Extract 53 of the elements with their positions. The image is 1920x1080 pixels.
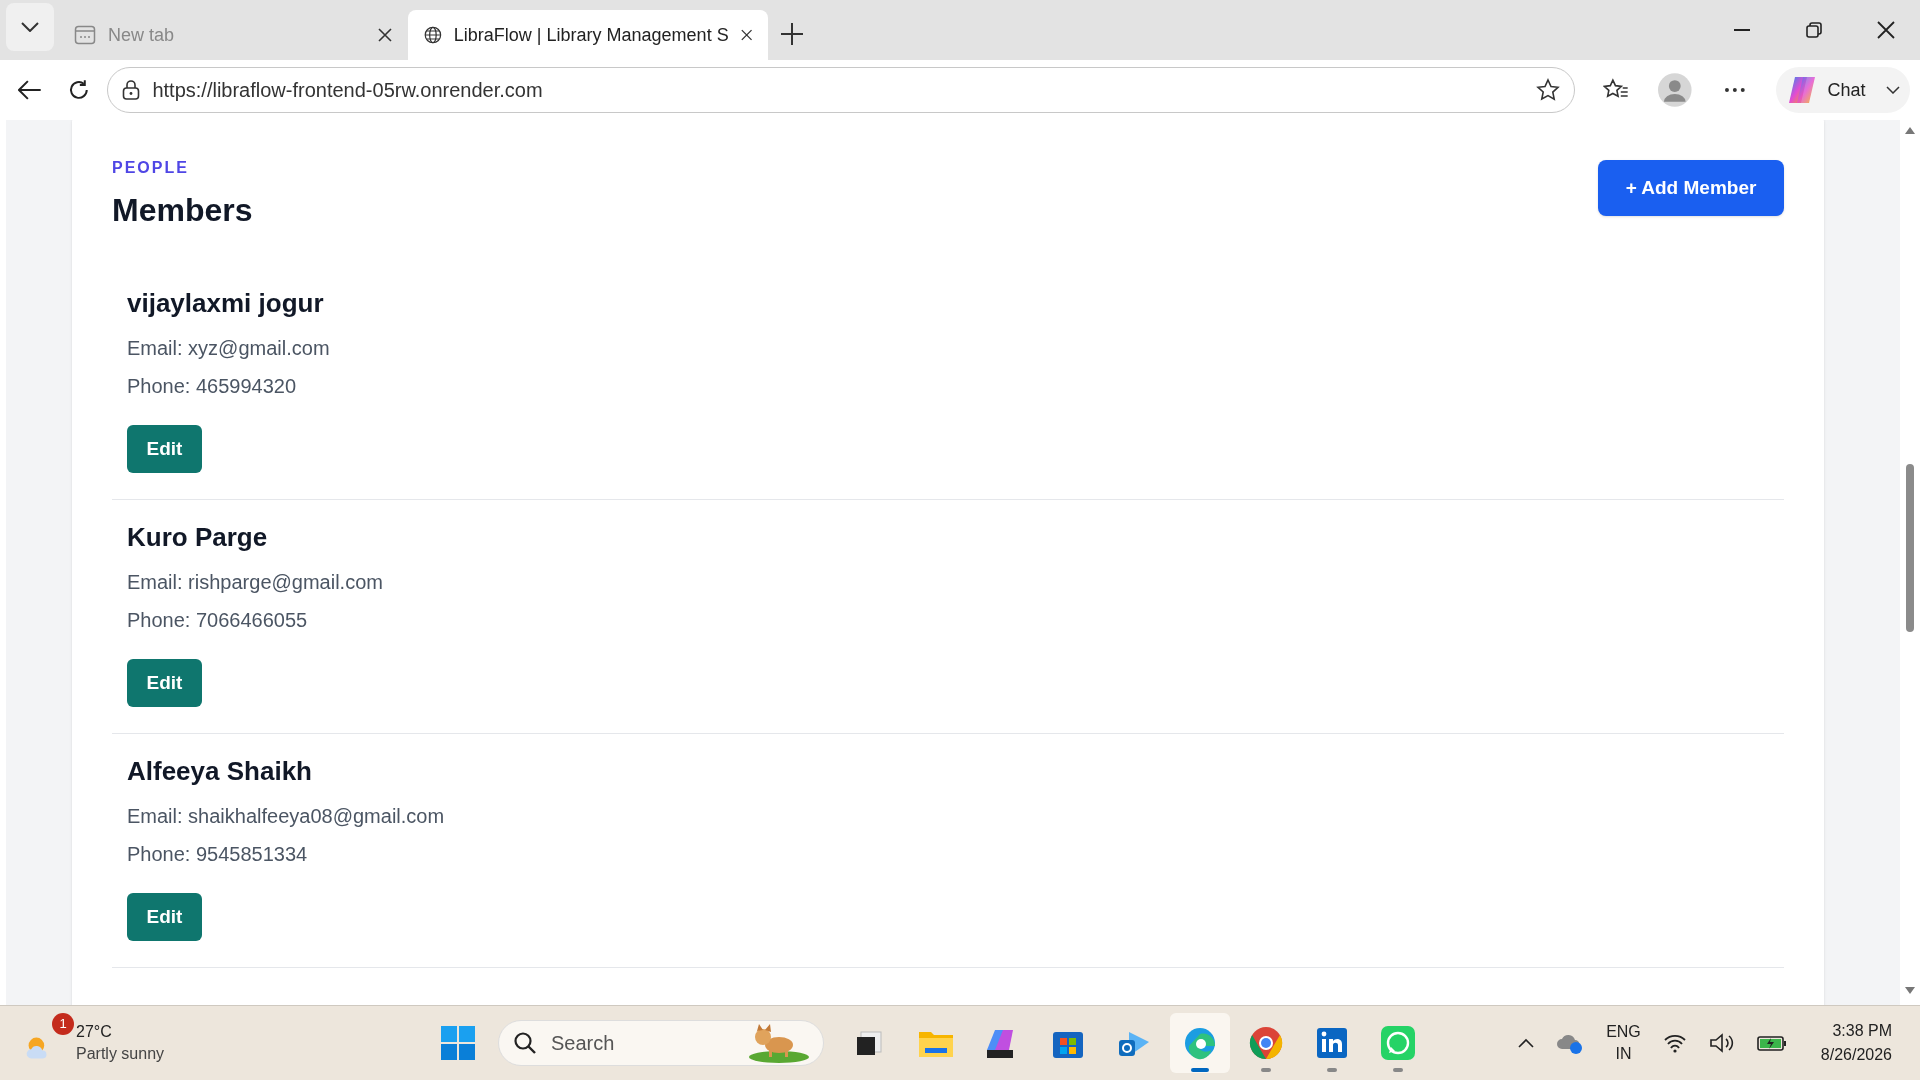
close-icon[interactable] xyxy=(378,28,392,42)
tab-title: New tab xyxy=(108,23,176,47)
chat-button[interactable]: Chat xyxy=(1775,67,1910,113)
url-text: https://libraflow-frontend-05rw.onrender.com xyxy=(152,78,544,103)
taskbar-search-field[interactable]: Search xyxy=(498,1020,824,1066)
member-email: Email: shaikhalfeeya08@gmail.com xyxy=(127,804,445,829)
close-icon xyxy=(1877,21,1895,39)
search-icon xyxy=(513,1031,537,1055)
profile-avatar-icon[interactable] xyxy=(1658,73,1692,107)
browser-tab[interactable]: LibraFlow | Library Management S xyxy=(408,10,768,60)
lock-icon xyxy=(122,80,141,100)
reload-icon[interactable] xyxy=(67,79,90,101)
scroll-down-icon[interactable] xyxy=(1905,987,1915,995)
battery-charging-icon[interactable] xyxy=(1756,1034,1787,1052)
chevron-up-icon[interactable] xyxy=(1518,1038,1535,1048)
member-name: Kuro Parge xyxy=(127,521,268,554)
member-email: Email: rishparge@gmail.com xyxy=(127,570,383,595)
scrollbar-thumb[interactable] xyxy=(1906,464,1914,632)
wifi-icon[interactable] xyxy=(1662,1033,1687,1053)
member-name: vijaylaxmi jogur xyxy=(127,287,324,320)
back-icon[interactable] xyxy=(18,80,42,100)
section-eyebrow: PEOPLE xyxy=(112,158,190,178)
volume-icon[interactable] xyxy=(1708,1032,1735,1054)
globe-icon xyxy=(424,24,442,46)
start-icon[interactable] xyxy=(438,1023,478,1063)
new-tab-page-icon xyxy=(74,24,96,46)
star-icon[interactable] xyxy=(1535,78,1560,102)
member-phone: Phone: 7066466055 xyxy=(127,608,308,633)
scroll-up-icon[interactable] xyxy=(1905,126,1915,134)
region-text[interactable]: IN xyxy=(1615,1043,1632,1065)
notification-badge: 1 xyxy=(52,1013,74,1035)
chevron-down-icon xyxy=(1886,86,1900,94)
tab-title: LibraFlow | Library Management S xyxy=(453,23,729,47)
chevron-down-icon xyxy=(21,22,39,32)
minimize-icon xyxy=(1734,29,1750,31)
edit-button[interactable]: Edit xyxy=(127,659,202,707)
close-icon[interactable] xyxy=(740,28,752,42)
member-phone: Phone: 9545851334 xyxy=(127,842,308,867)
edit-button[interactable]: Edit xyxy=(127,425,202,473)
edit-button[interactable]: Edit xyxy=(127,893,202,941)
language-text[interactable]: ENG xyxy=(1606,1021,1641,1043)
member-email: Email: xyz@gmail.com xyxy=(127,336,330,361)
page-title: Members xyxy=(112,191,253,230)
member-phone: Phone: 465994320 xyxy=(127,374,297,399)
more-icon[interactable] xyxy=(1723,87,1746,93)
member-name: Alfeeya Shaikh xyxy=(127,755,312,788)
restore-icon xyxy=(1806,22,1822,38)
add-member-button[interactable]: + Add Member xyxy=(1598,160,1784,216)
plus-icon xyxy=(780,22,804,46)
clock-date[interactable]: 8/26/2026 xyxy=(1820,1043,1892,1067)
temperature-text: 27°C xyxy=(76,1022,113,1042)
clock-time[interactable]: 3:38 PM xyxy=(1832,1019,1892,1043)
weather-text: Partly sunny xyxy=(76,1044,165,1064)
